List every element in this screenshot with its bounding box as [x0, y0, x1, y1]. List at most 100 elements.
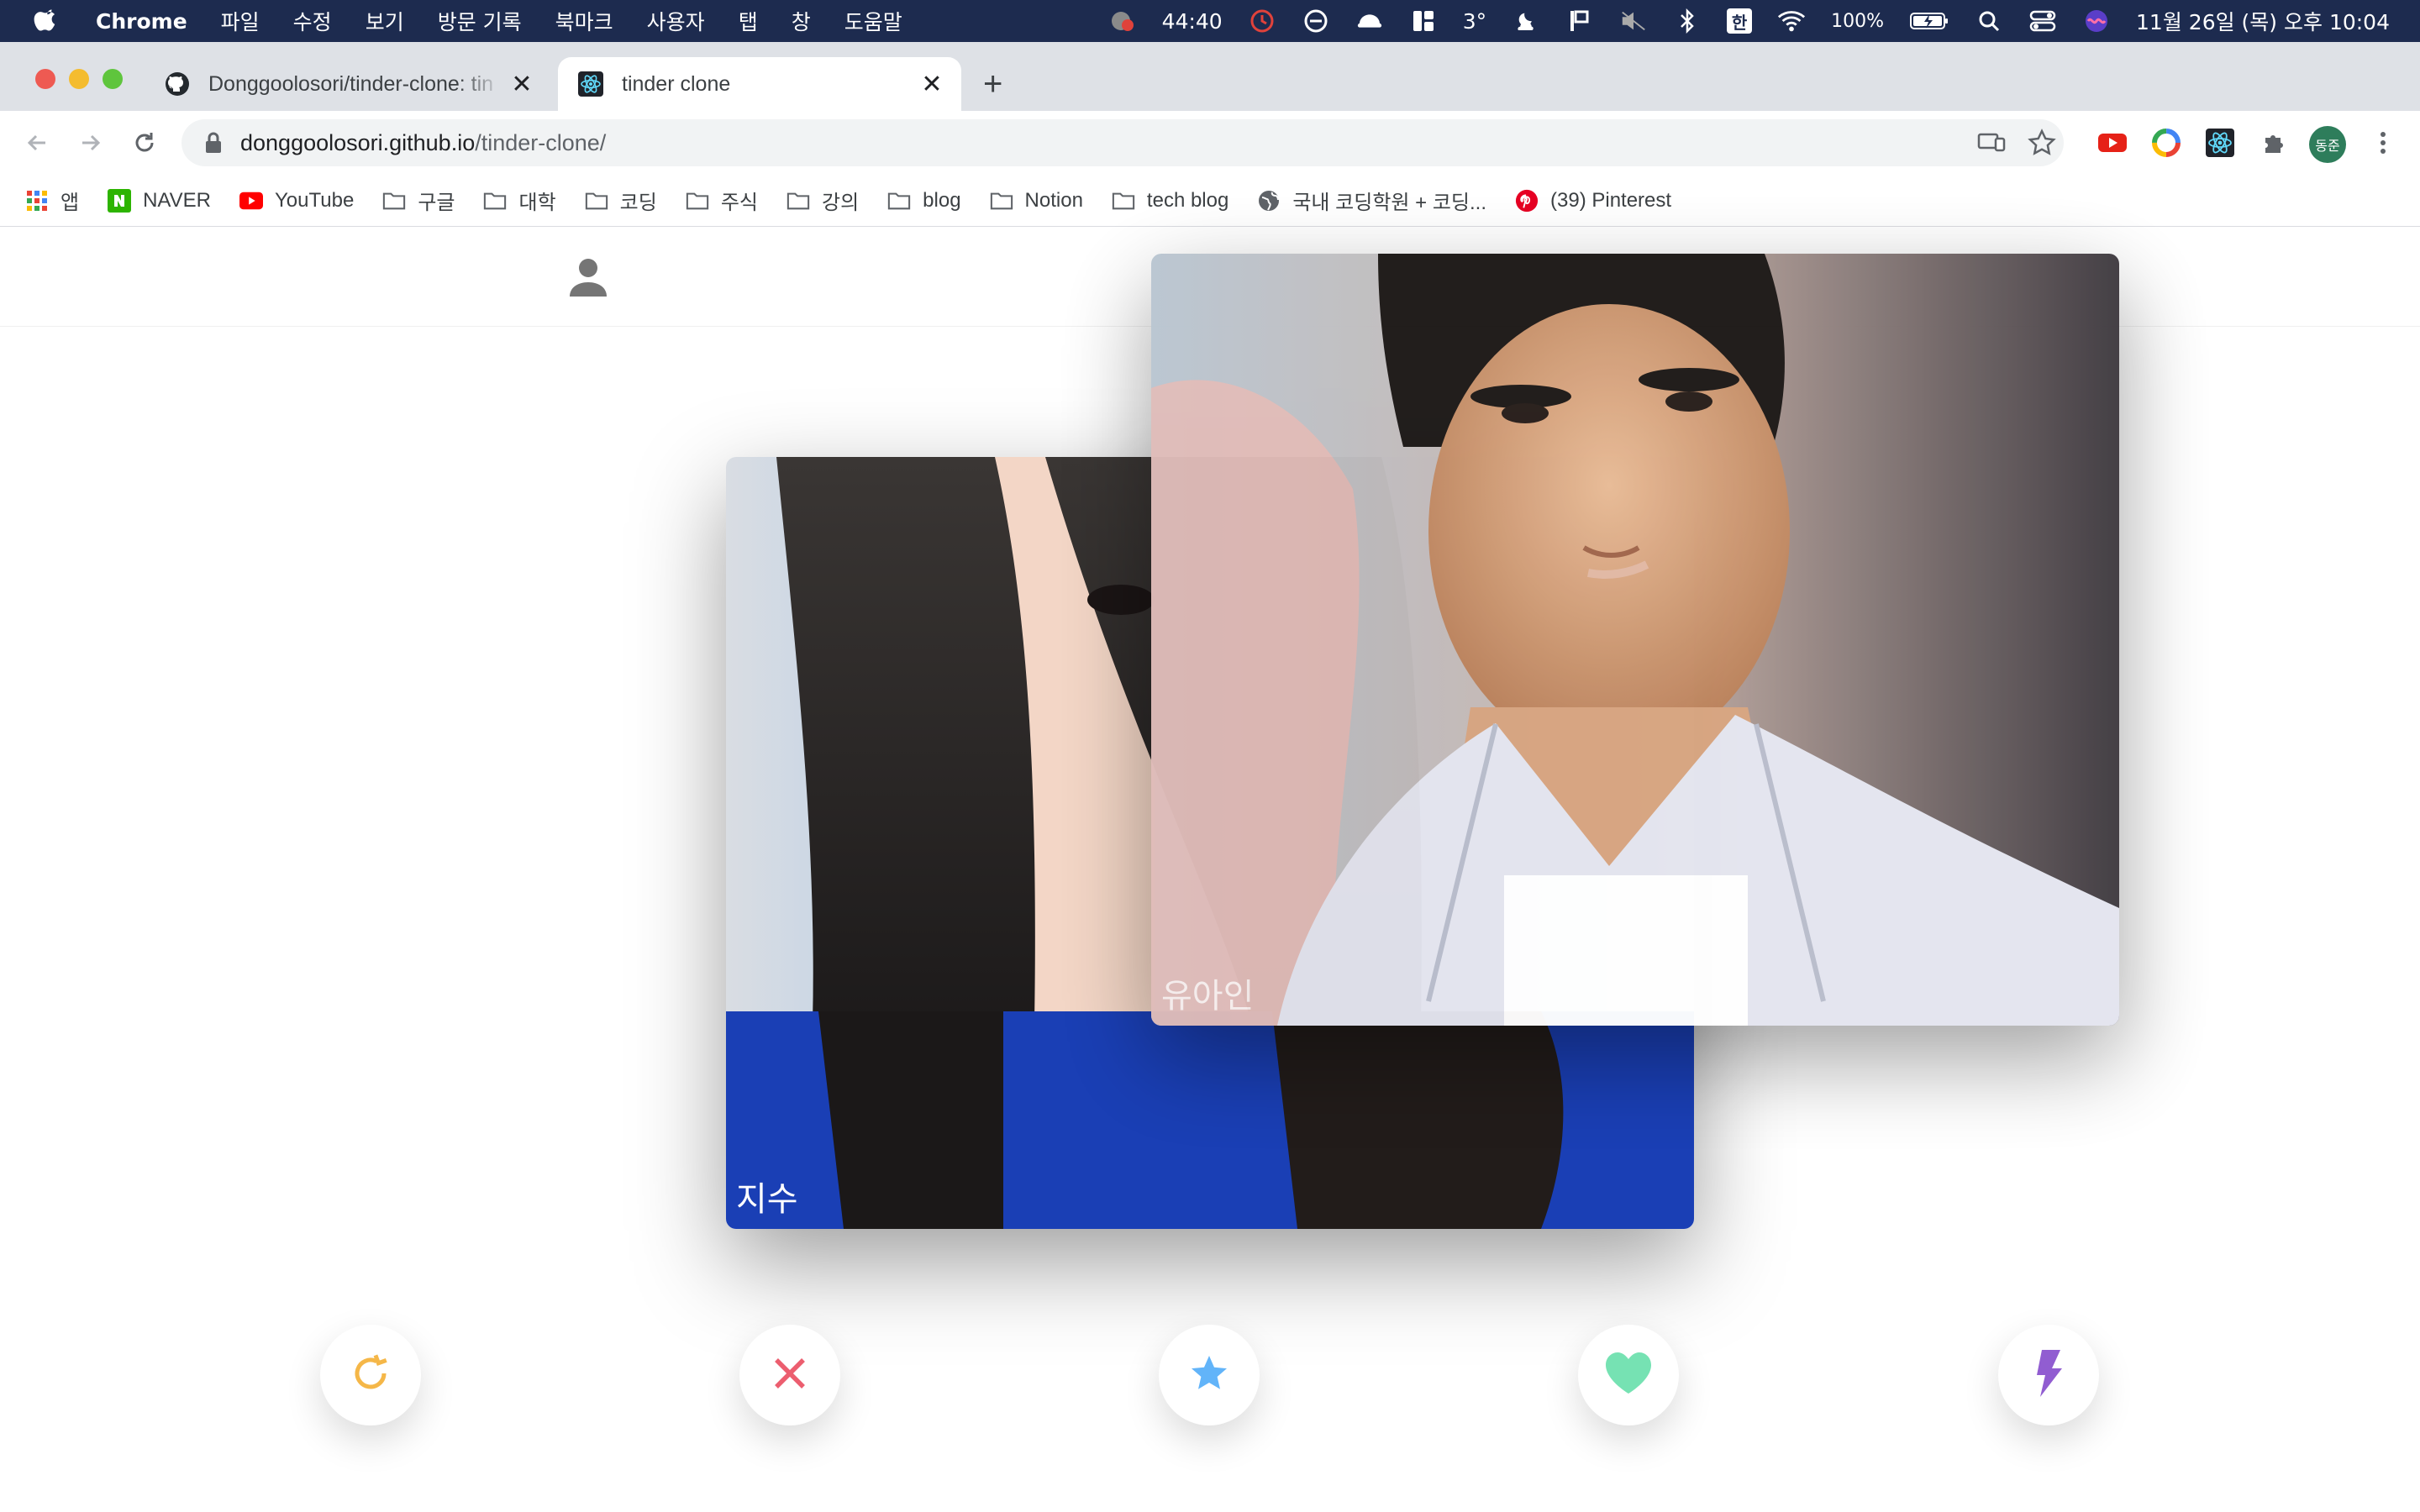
bookmark-label: 국내 코딩학원 + 코딩...	[1292, 192, 1486, 214]
bluetooth-icon[interactable]	[1673, 7, 1702, 35]
weather-temperature[interactable]: 3°	[1463, 9, 1486, 34]
like-button[interactable]	[1578, 1325, 1679, 1425]
bookmark-youtube[interactable]: YouTube	[239, 189, 354, 213]
lock-icon[interactable]	[203, 130, 224, 155]
folder-icon	[1112, 189, 1135, 213]
menu-history[interactable]: 방문 기록	[438, 6, 522, 36]
bookmark-folder-university[interactable]: 대학	[483, 186, 556, 215]
browser-toolbar: donggoolosori.github.io/tinder-clone/ 동준	[0, 111, 2420, 175]
star-icon	[1189, 1353, 1229, 1398]
mute-icon[interactable]	[1619, 7, 1648, 35]
weather-cloud-moon-icon	[1512, 7, 1540, 35]
bookmark-folder-lectures[interactable]: 강의	[786, 186, 859, 215]
battery-percent[interactable]: 100%	[1831, 11, 1884, 32]
record-status-icon[interactable]	[1108, 7, 1137, 35]
close-icon	[770, 1353, 810, 1398]
bookmark-apps[interactable]: 앱	[25, 186, 79, 215]
person-icon[interactable]	[565, 255, 612, 302]
back-icon[interactable]	[20, 126, 54, 160]
address-bar[interactable]: donggoolosori.github.io/tinder-clone/	[182, 119, 2064, 166]
timer-text[interactable]: 44:40	[1162, 9, 1223, 34]
extensions-puzzle-icon[interactable]	[2257, 126, 2291, 160]
control-center-icon[interactable]	[2028, 7, 2057, 35]
siri-icon[interactable]	[2082, 7, 2111, 35]
apps-grid-icon	[25, 189, 49, 213]
apple-menu-icon[interactable]	[34, 7, 59, 35]
bookmark-label: NAVER	[143, 188, 211, 212]
new-tab-icon[interactable]: +	[983, 66, 1002, 102]
profile-card-yooahin[interactable]: 유아인	[1151, 254, 2119, 1026]
menu-view[interactable]: 보기	[366, 6, 404, 36]
menu-help[interactable]: 도움말	[844, 6, 902, 36]
input-method-indicator[interactable]: 한	[1727, 8, 1753, 34]
boost-button[interactable]	[1998, 1325, 2099, 1425]
timer-icon[interactable]	[1248, 7, 1276, 35]
youtube-extension-icon[interactable]	[2096, 126, 2129, 160]
profile-photo	[1151, 254, 2119, 1026]
bookmark-folder-blog[interactable]: blog	[887, 188, 961, 213]
globe-icon	[1257, 189, 1281, 213]
tab-close-icon[interactable]: ✕	[921, 71, 943, 98]
window-close-button[interactable]	[35, 69, 55, 89]
bookmarks-bar: 앱 NAVER YouTube 구글 대학 코딩 주식 강의 blog Noti…	[0, 175, 2420, 227]
bookmark-label: 강의	[822, 192, 860, 214]
bookmark-folder-notion[interactable]: Notion	[990, 189, 1083, 213]
bookmark-folder-coding[interactable]: 코딩	[585, 186, 657, 215]
replay-button[interactable]	[320, 1325, 421, 1425]
menu-bookmarks[interactable]: 북마크	[555, 6, 613, 36]
pinterest-icon	[1515, 189, 1539, 213]
url-host: donggoolosori.github.io	[240, 129, 476, 155]
menu-tab[interactable]: 탭	[739, 6, 758, 36]
do-not-disturb-icon[interactable]	[1302, 7, 1330, 35]
more-menu-icon[interactable]	[2366, 126, 2400, 160]
url-text[interactable]: donggoolosori.github.io/tinder-clone/	[240, 130, 606, 156]
card-name: 유아인	[1161, 977, 1255, 1016]
menu-window[interactable]: 창	[792, 6, 811, 36]
url-path: /tinder-clone/	[475, 129, 607, 155]
bookmark-folder-tech-blog[interactable]: tech blog	[1112, 189, 1228, 213]
menu-file[interactable]: 파일	[221, 6, 260, 36]
parking-flag-icon[interactable]	[1565, 7, 1594, 35]
naver-icon	[108, 188, 132, 213]
menu-app-name[interactable]: Chrome	[96, 9, 187, 34]
dislike-button[interactable]	[739, 1325, 840, 1425]
bookmark-label: blog	[923, 188, 961, 212]
bookmark-label: 대학	[518, 192, 556, 214]
profile-avatar[interactable]: 동준	[2309, 126, 2346, 163]
folder-icon	[686, 189, 709, 213]
wifi-icon[interactable]	[1777, 7, 1806, 35]
folder-icon	[786, 189, 810, 213]
bookmark-label: 앱	[60, 192, 80, 214]
tab-close-icon[interactable]: ✕	[511, 71, 533, 98]
spotlight-search-icon[interactable]	[1975, 7, 2003, 35]
macos-menu-bar: Chrome 파일 수정 보기 방문 기록 북마크 사용자 탭 창 도움말 44…	[0, 0, 2420, 42]
forward-icon[interactable]	[74, 126, 108, 160]
bookmark-label: YouTube	[275, 188, 355, 212]
bookmark-pinterest[interactable]: (39) Pinterest	[1515, 189, 1671, 213]
tab-tinder-clone[interactable]: tinder clone ✕	[558, 57, 961, 111]
cast-icon[interactable]	[1976, 128, 2007, 158]
reload-icon[interactable]	[128, 126, 161, 160]
super-like-button[interactable]	[1159, 1325, 1260, 1425]
cloud-app-icon[interactable]	[1355, 7, 1384, 35]
card-name: 지수	[736, 1180, 798, 1219]
folder-icon	[483, 189, 507, 213]
bookmark-coding-academy[interactable]: 국내 코딩학원 + 코딩...	[1257, 186, 1486, 215]
battery-icon[interactable]	[1909, 7, 1949, 35]
menu-people[interactable]: 사용자	[647, 6, 705, 36]
bookmark-label: 주식	[720, 192, 758, 214]
heart-icon	[1603, 1350, 1654, 1401]
bookmark-folder-stocks[interactable]: 주식	[686, 186, 758, 215]
replay-icon	[347, 1350, 394, 1401]
color-picker-extension-icon[interactable]	[2149, 126, 2183, 160]
clock-datetime[interactable]: 11월 26일 (목) 오후 10:04	[2136, 6, 2390, 36]
menu-edit[interactable]: 수정	[293, 6, 332, 36]
window-minimize-button[interactable]	[69, 69, 89, 89]
tab-github[interactable]: Donggoolosori/tinder-clone: tin ✕	[165, 57, 551, 111]
layout-grid-icon[interactable]	[1409, 7, 1438, 35]
react-devtools-extension-icon[interactable]	[2203, 126, 2237, 160]
bookmark-folder-google[interactable]: 구글	[382, 186, 455, 215]
window-zoom-button[interactable]	[103, 69, 123, 89]
bookmark-star-icon[interactable]	[2027, 128, 2057, 158]
bookmark-naver[interactable]: NAVER	[108, 188, 211, 213]
